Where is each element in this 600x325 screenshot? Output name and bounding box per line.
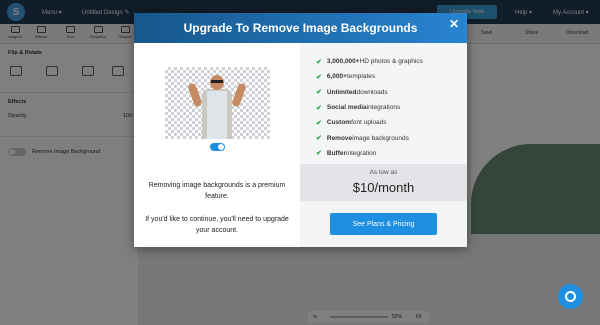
check-icon: ✔	[316, 104, 322, 112]
feature-item: ✔ Unlimited downloads	[316, 88, 388, 97]
check-icon: ✔	[316, 150, 322, 158]
modal-title: Upgrade To Remove Image Backgrounds	[183, 21, 418, 35]
feature-item: ✔ Buffer integration	[316, 149, 377, 158]
feature-list: ✔ 3,000,000+ HD photos & graphics ✔ 6,000+…	[316, 54, 423, 161]
upgrade-modal: Upgrade To Remove Image Backgrounds ✕ Re…	[134, 13, 467, 247]
check-icon: ✔	[316, 89, 322, 97]
modal-header: Upgrade To Remove Image Backgrounds ✕	[134, 13, 467, 43]
background-removal-preview-image	[165, 67, 270, 139]
price-value: $10/month	[352, 180, 415, 195]
person-arm	[231, 82, 247, 108]
feature-item: ✔ Social media integrations	[316, 104, 401, 112]
upgrade-instruction-text: If you'd like to continue, you'll need t…	[145, 216, 289, 234]
check-icon: ✔	[316, 73, 322, 81]
feature-item: ✔ 6,000+ templates	[316, 73, 376, 81]
sunglasses	[211, 80, 223, 83]
modal-right-pane: ✔ 3,000,000+ HD photos & graphics ✔ 6,000+…	[300, 43, 467, 247]
modal-left-pane: Removing image backgrounds is a premium …	[134, 43, 300, 247]
feature-item: ✔ 3,000,000+ HD photos & graphics	[316, 58, 423, 66]
price-prefix: As low as	[369, 169, 398, 176]
feature-item: ✔ Custom font uploads	[316, 119, 387, 127]
check-icon: ✔	[316, 135, 322, 143]
help-chat-button[interactable]	[558, 284, 583, 309]
check-icon: ✔	[316, 58, 322, 66]
person-arm	[187, 82, 203, 108]
help-icon	[565, 291, 576, 302]
see-plans-pricing-button[interactable]: See Plans & Pricing	[330, 213, 437, 235]
price-box: As low as $10/month	[300, 164, 467, 201]
check-icon: ✔	[316, 119, 322, 127]
person-shirt	[207, 91, 227, 139]
preview-toggle	[210, 143, 225, 151]
premium-feature-text: Removing image backgrounds is a premium …	[148, 182, 286, 200]
feature-item: ✔ Remove image backgrounds	[316, 134, 409, 143]
close-icon[interactable]: ✕	[449, 17, 459, 31]
